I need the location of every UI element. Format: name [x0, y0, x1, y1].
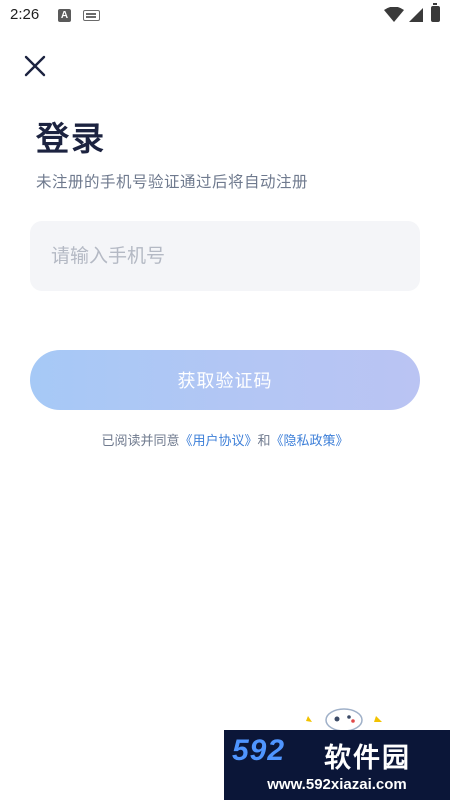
- get-verification-code-button[interactable]: 获取验证码: [30, 350, 420, 410]
- watermark-url: www.592xiazai.com: [267, 776, 407, 793]
- user-agreement-link[interactable]: 《用户协议》: [179, 434, 257, 449]
- wifi-icon: [384, 7, 404, 22]
- a-app-icon: A: [58, 9, 71, 22]
- agreement-prefix: 已阅读并同意: [101, 434, 180, 449]
- page-subtitle: 未注册的手机号验证通过后将自动注册: [36, 173, 309, 191]
- status-bar: 2:26 A: [0, 0, 450, 32]
- status-time: 2:26: [10, 6, 40, 23]
- agreement-connector: 和: [257, 434, 271, 449]
- signal-icon: [409, 8, 423, 22]
- close-button[interactable]: [22, 53, 48, 79]
- game-controller-mascot-icon: [306, 708, 382, 732]
- watermark-logo: 592 软件园 www.592xiazai.com: [224, 730, 450, 800]
- watermark-name: 软件园: [324, 743, 411, 774]
- watermark-number: 592: [232, 734, 286, 767]
- phone-number-input[interactable]: [30, 221, 420, 291]
- agreement-text: 已阅读并同意《用户协议》和《隐私政策》: [0, 430, 450, 449]
- close-icon: [24, 55, 46, 77]
- battery-icon: [431, 3, 440, 22]
- privacy-policy-link[interactable]: 《隐私政策》: [271, 434, 349, 449]
- page-title: 登录: [36, 119, 106, 158]
- keyboard-icon: [83, 10, 100, 21]
